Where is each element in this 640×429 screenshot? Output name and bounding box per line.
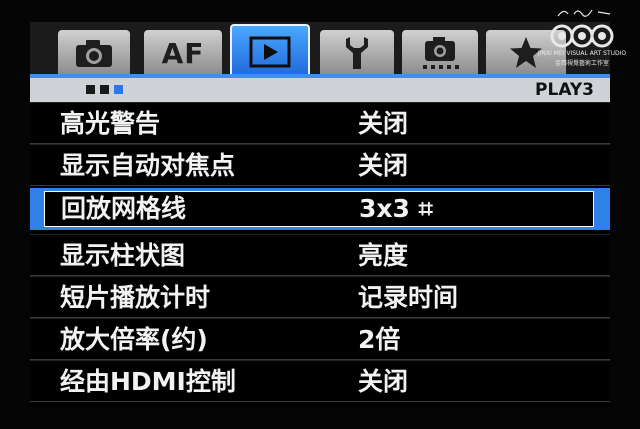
menu-item-magnification[interactable]: 放大倍率(约) 2倍 [30, 318, 610, 360]
camera-menu-screen: AF PLAY3 高光警告 关闭 显示自动对焦点 关闭 回放网格线 3x3 ⌗ … [0, 0, 640, 429]
menu-item-value: 3x3 ⌗ [359, 194, 433, 223]
tab-af-label: AF [161, 36, 205, 70]
tab-af[interactable]: AF [144, 30, 222, 76]
wrench-icon [346, 37, 368, 69]
play-icon [249, 36, 291, 68]
menu-item-movie-play-count[interactable]: 短片播放计时 记录时间 [30, 276, 610, 318]
page-name: PLAY3 [535, 80, 594, 100]
page-dot-3 [114, 85, 123, 94]
menu-item-value: 关闭 [358, 109, 409, 138]
tab-shooting[interactable] [58, 30, 130, 76]
menu-item-playback-grid[interactable]: 回放网格线 3x3 ⌗ [30, 188, 610, 230]
menu-item-value: 关闭 [358, 151, 409, 180]
menu-item-label: 显示柱状图 [60, 241, 186, 270]
tab-setup[interactable] [320, 30, 394, 76]
menu-list: 高光警告 关闭 显示自动对焦点 关闭 回放网格线 3x3 ⌗ 显示柱状图 亮度 … [30, 102, 610, 407]
watermark-line2: 金西視覺藝術工作室 [554, 60, 609, 67]
menu-item-label: 放大倍率(约) [60, 325, 208, 354]
menu-item-value: 亮度 [358, 241, 409, 270]
watermark-line1: JINXI MEI VISUAL ART STUDIO [537, 50, 627, 57]
menu-item-highlight-alert[interactable]: 高光警告 关闭 [30, 102, 610, 144]
menu-item-label: 短片播放计时 [60, 283, 211, 312]
camera-icon [76, 40, 112, 67]
selection-highlight: 回放网格线 3x3 ⌗ [44, 191, 594, 227]
menu-item-label: 经由HDMI控制 [60, 367, 236, 396]
custom-camera-icon [423, 37, 459, 69]
watermark-logo-icon [550, 9, 614, 48]
menu-item-label: 高光警告 [60, 109, 161, 138]
menu-item-value: 2倍 [358, 325, 401, 354]
menu-item-af-point-display[interactable]: 显示自动对焦点 关闭 [30, 144, 610, 186]
page-dot-2 [100, 85, 109, 94]
menu-item-histogram-display[interactable]: 显示柱状图 亮度 [30, 234, 610, 276]
page-dot-1 [86, 85, 95, 94]
studio-watermark: JINXI MEI VISUAL ART STUDIO 金西視覺藝術工作室 [528, 6, 636, 67]
tab-custom[interactable] [402, 30, 478, 76]
page-indicator-bar: PLAY3 [30, 78, 610, 102]
menu-item-value: 记录时间 [358, 283, 459, 312]
menu-tab-bar: AF [30, 22, 610, 78]
menu-item-label: 回放网格线 [61, 194, 187, 223]
menu-item-hdmi-control[interactable]: 经由HDMI控制 关闭 [30, 360, 610, 402]
menu-item-value: 关闭 [358, 367, 409, 396]
menu-item-label: 显示自动对焦点 [60, 151, 236, 180]
tab-playback[interactable] [230, 24, 310, 78]
